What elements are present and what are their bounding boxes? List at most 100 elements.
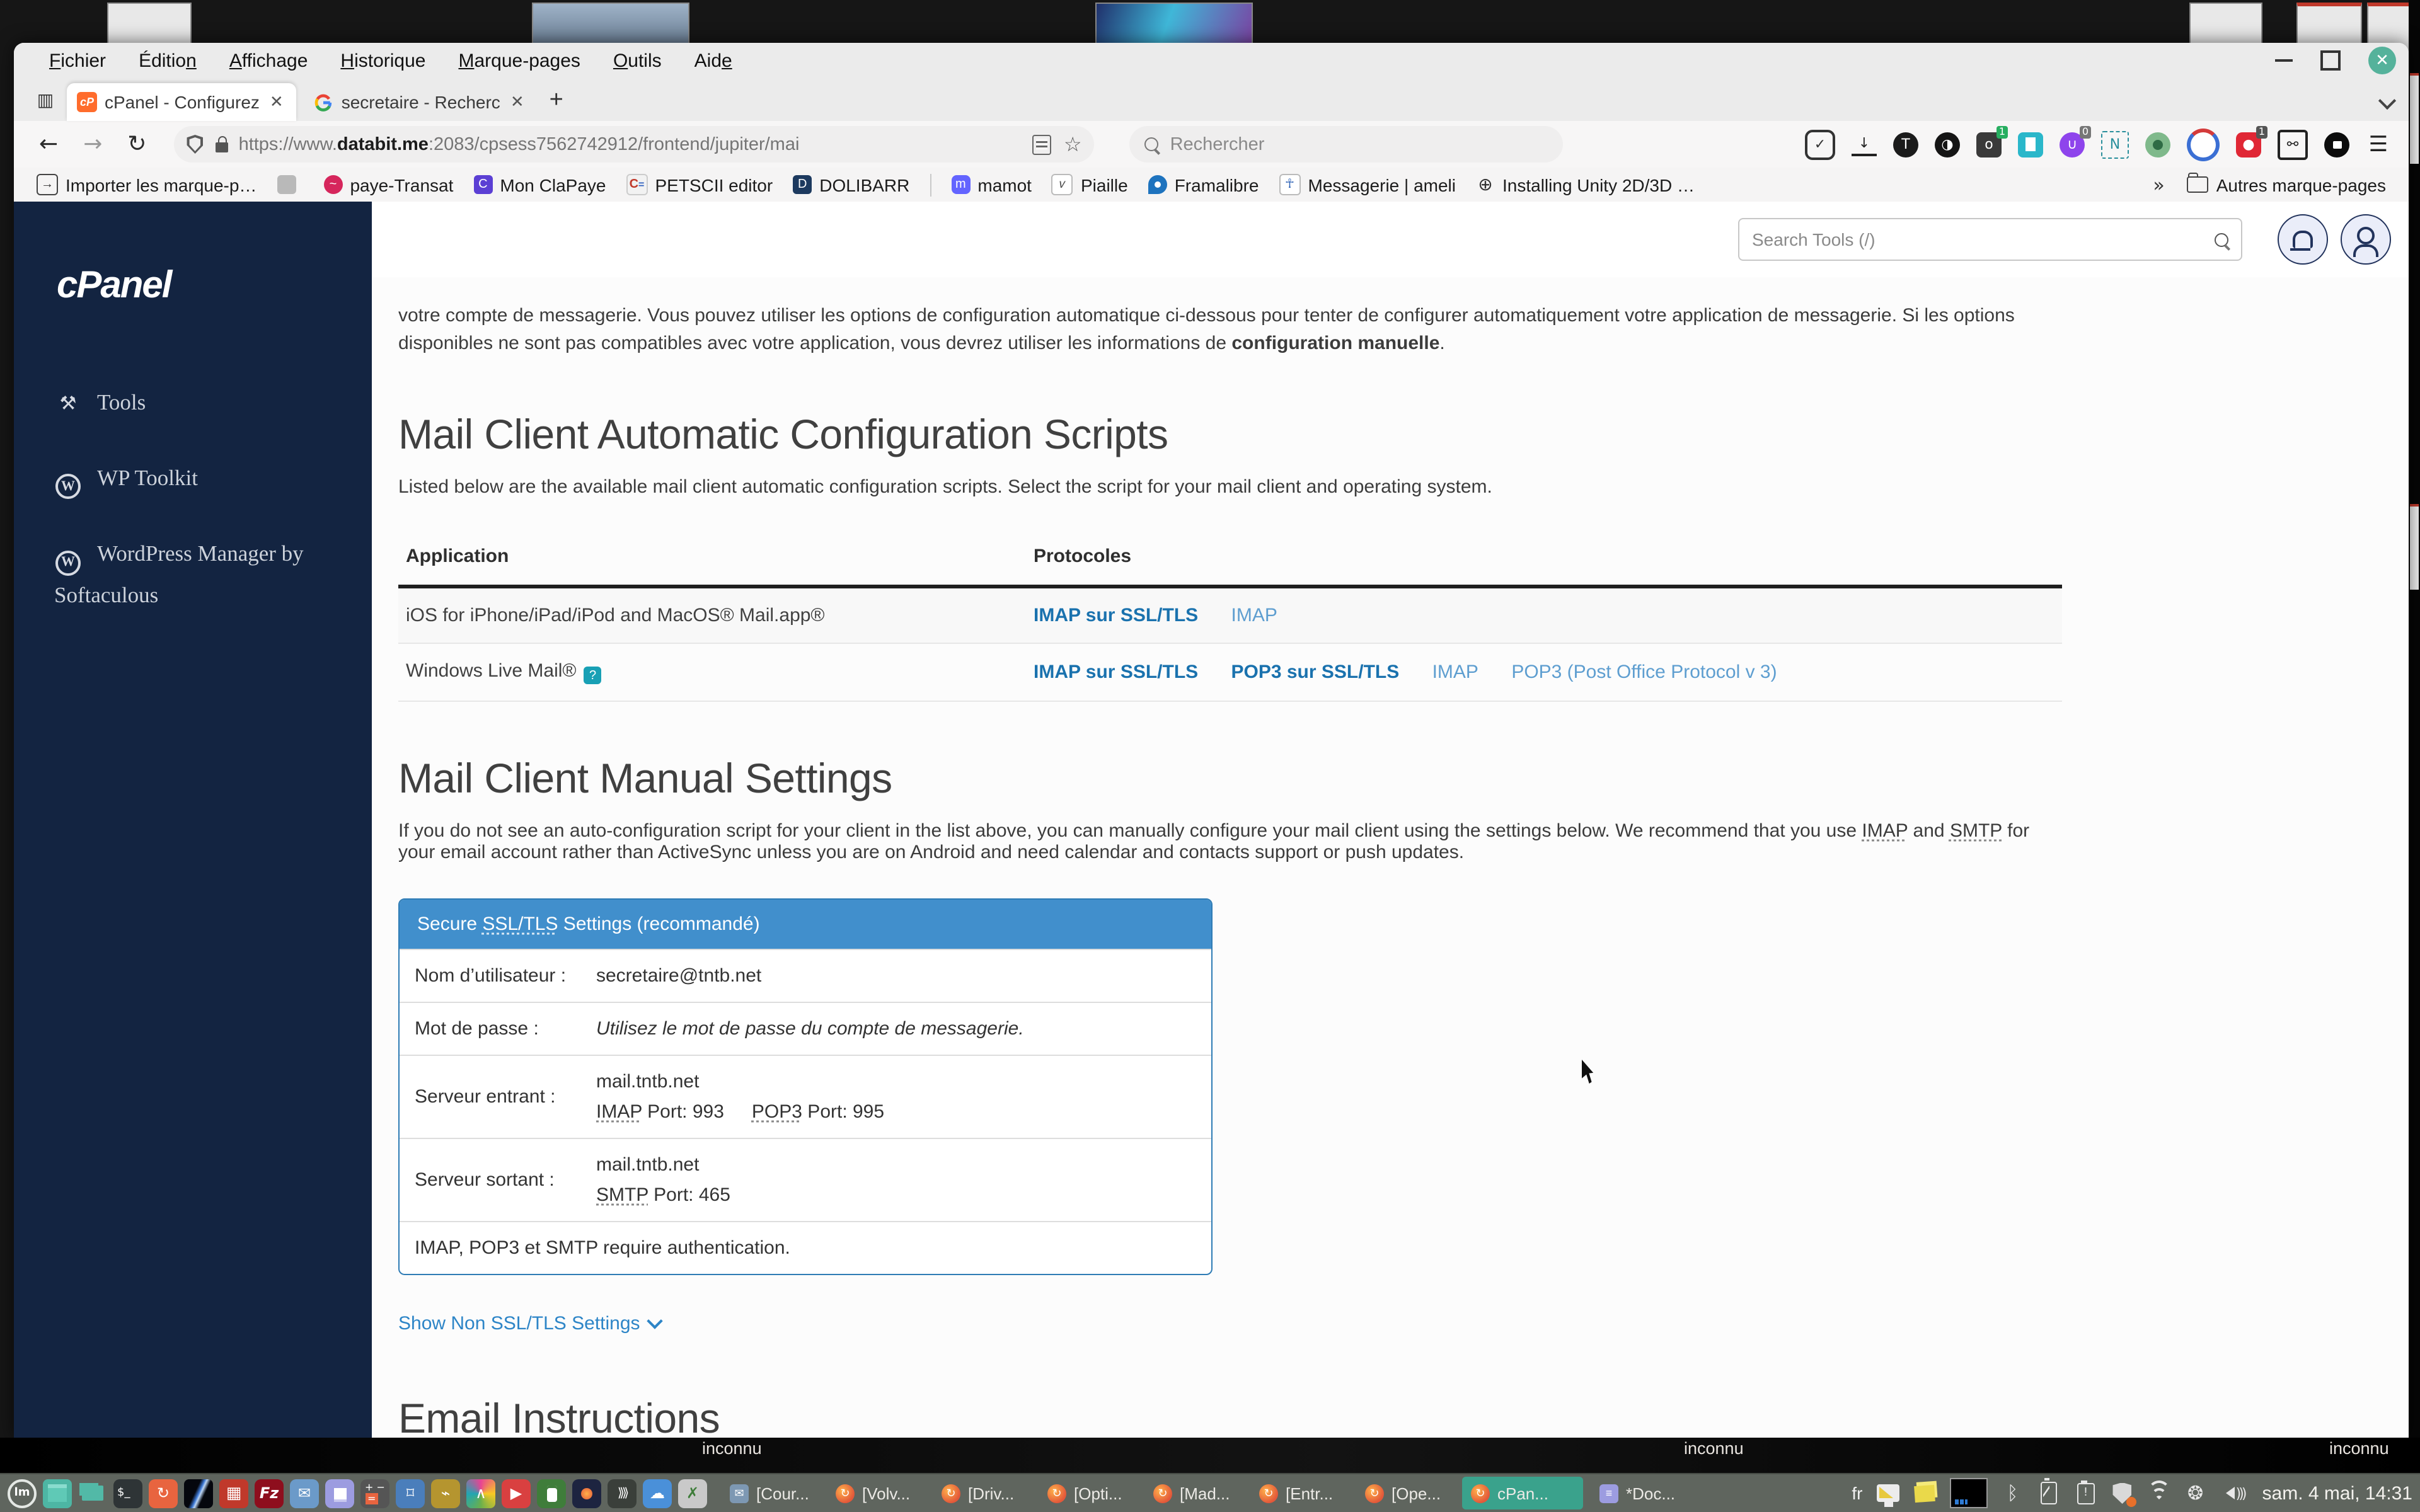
menu-historique[interactable]: Historique bbox=[340, 50, 425, 71]
tools-search-input[interactable]: Search Tools (/) bbox=[1738, 218, 2242, 261]
search-bar[interactable]: Rechercher bbox=[1129, 126, 1564, 163]
menu-aide[interactable]: Aide bbox=[694, 50, 732, 71]
clipboard-manager-icon[interactable]: ! bbox=[2075, 1480, 2097, 1506]
qr-app-launcher[interactable]: ▦ bbox=[219, 1479, 248, 1508]
media-app-launcher[interactable]: ▶ bbox=[502, 1479, 531, 1508]
bookmark-unnamed[interactable] bbox=[277, 175, 303, 194]
tab-close-icon[interactable]: ✕ bbox=[267, 92, 286, 112]
protocol-link[interactable]: IMAP sur SSL/TLS bbox=[1034, 662, 1198, 683]
menu-affichage[interactable]: Affichage bbox=[229, 50, 308, 71]
maximize-button[interactable] bbox=[2320, 50, 2341, 71]
ghostery-extension-icon[interactable]: ● 1 bbox=[2236, 125, 2267, 157]
hamburger-menu-icon[interactable]: ☰ bbox=[2366, 132, 2391, 157]
ssl-lock-icon[interactable] bbox=[216, 135, 229, 152]
bookmark-mamot[interactable]: m mamot bbox=[951, 175, 1032, 195]
bookmark-dolibarr[interactable]: D DOLIBARR bbox=[793, 175, 909, 195]
bookmark-star-icon[interactable]: ☆ bbox=[1064, 132, 1082, 156]
puzzle-extensions-icon[interactable]: ⚯ bbox=[2278, 129, 2308, 159]
taskbar-window-mad[interactable]: ↻ [Mad... bbox=[1144, 1477, 1243, 1509]
taskbar-clock[interactable]: sam. 4 mai, 14:31 bbox=[2262, 1482, 2412, 1504]
menu-outils[interactable]: Outils bbox=[613, 50, 662, 71]
filezilla-launcher[interactable]: Fz bbox=[255, 1479, 284, 1508]
system-monitor-widget[interactable] bbox=[1949, 1478, 1988, 1508]
bookmark-framalibre[interactable]: Framalibre bbox=[1148, 175, 1259, 195]
files-launcher[interactable] bbox=[78, 1479, 107, 1508]
taskbar-window-ope[interactable]: ↻ [Ope... bbox=[1356, 1477, 1455, 1509]
bookmark-petscii-editor[interactable]: C = PETSCII editor bbox=[626, 174, 773, 195]
taskbar-window-entr[interactable]: ↻ [Entr... bbox=[1250, 1477, 1349, 1509]
camera-app-launcher[interactable]: ⌑ bbox=[396, 1479, 425, 1508]
url-bar[interactable]: https://www.databit.me:2083/cpsess756274… bbox=[174, 126, 1095, 163]
account-button[interactable] bbox=[2341, 214, 2391, 265]
taskbar-window-volv[interactable]: ↻ [Volv... bbox=[827, 1477, 925, 1509]
x-app-launcher[interactable]: ✗ bbox=[678, 1479, 707, 1508]
reader-mode-icon[interactable] bbox=[1032, 134, 1051, 154]
keyboard-layout-indicator[interactable]: fr bbox=[1852, 1483, 1862, 1503]
new-tab-button[interactable]: + bbox=[550, 87, 563, 115]
protocol-link[interactable]: IMAP bbox=[1432, 662, 1478, 683]
volume-icon[interactable]: ))) bbox=[2221, 1480, 2247, 1506]
bookmark-mon-clapaye[interactable]: C Mon ClaPaye bbox=[473, 175, 606, 195]
image-viewer-launcher[interactable] bbox=[184, 1479, 213, 1508]
lock-extension-icon[interactable] bbox=[2324, 132, 2349, 157]
close-button[interactable]: ✕ bbox=[2368, 47, 2396, 74]
tab-cpanel[interactable]: cP cPanel - Configurez ✕ bbox=[67, 83, 296, 121]
notifications-bell-button[interactable] bbox=[2278, 214, 2328, 265]
shield-check-extension-icon[interactable]: ✓ bbox=[1805, 129, 1835, 159]
dark-app-launcher[interactable] bbox=[572, 1479, 601, 1508]
bookmark-paye-transat[interactable]: ~ paye-Transat bbox=[323, 175, 453, 195]
taskbar-window-driv[interactable]: ↻ [Driv... bbox=[933, 1477, 1031, 1509]
window-app-launcher[interactable] bbox=[43, 1479, 72, 1508]
tracking-protection-shield-icon[interactable] bbox=[187, 135, 204, 154]
calculator-launcher[interactable]: + − = bbox=[360, 1479, 389, 1508]
battery-icon[interactable] bbox=[2038, 1478, 2061, 1506]
protocol-link[interactable]: IMAP sur SSL/TLS bbox=[1034, 604, 1198, 626]
shapes-extension-icon[interactable]: ◑ bbox=[1935, 132, 1960, 157]
chevrons-app-launcher[interactable]: ⟫⟫ bbox=[608, 1479, 637, 1508]
help-icon[interactable]: ? bbox=[584, 667, 602, 684]
firefox-view-icon[interactable]: ▥ bbox=[29, 83, 62, 116]
protocol-link[interactable]: POP3 (Post Office Protocol v 3) bbox=[1511, 662, 1777, 683]
tab-google-search[interactable]: secretaire - Recherc ✕ bbox=[304, 83, 537, 121]
taskbar-window-opti[interactable]: ↻ [Opti... bbox=[1039, 1477, 1137, 1509]
forward-button[interactable]: → bbox=[83, 131, 102, 158]
display-settings-icon[interactable] bbox=[1876, 1480, 1899, 1507]
power-app-launcher[interactable]: ⌁ bbox=[431, 1479, 460, 1508]
bluetooth-icon[interactable]: ᛒ bbox=[2002, 1480, 2024, 1506]
sidebar-item-wp-toolkit[interactable]: W WP Toolkit bbox=[54, 458, 354, 500]
document-app-launcher[interactable] bbox=[325, 1479, 354, 1508]
clipboard-extension-icon[interactable] bbox=[2018, 132, 2043, 157]
green-extension-icon[interactable] bbox=[2145, 132, 2170, 157]
minimize-button[interactable] bbox=[2275, 59, 2293, 62]
purple-extension-icon[interactable]: ∪ 0 bbox=[2060, 125, 2091, 157]
update-swirl-icon[interactable]: ❂ bbox=[2184, 1480, 2207, 1506]
dark-reader-extension-icon[interactable]: T bbox=[1893, 132, 1918, 157]
taskbar-window-cpanel-active[interactable]: ↻ cPan... bbox=[1462, 1477, 1583, 1509]
taskbar-window-doc[interactable]: ≡ *Doc... bbox=[1591, 1477, 1689, 1509]
bookmark-import[interactable]: → Importer les marque-p… bbox=[37, 174, 256, 195]
mail-app-launcher[interactable]: ✉ bbox=[290, 1479, 319, 1508]
protocol-link[interactable]: IMAP bbox=[1231, 604, 1277, 626]
green-app-launcher[interactable] bbox=[537, 1479, 566, 1508]
refresh-app-launcher[interactable]: ↻ bbox=[149, 1479, 178, 1508]
wifi-icon[interactable] bbox=[2147, 1480, 2170, 1506]
notion-clipper-extension-icon[interactable]: N bbox=[2101, 130, 2129, 158]
menu-marque-pages[interactable]: Marque-pages bbox=[458, 50, 580, 71]
protocol-link[interactable]: POP3 sur SSL/TLS bbox=[1231, 662, 1400, 683]
bookmark-piaille[interactable]: 𝑣 Piaille bbox=[1051, 174, 1128, 195]
ring-extension-icon[interactable] bbox=[2187, 128, 2220, 161]
tab-close-icon[interactable]: ✕ bbox=[508, 92, 527, 112]
terminal-launcher[interactable]: $_ bbox=[113, 1479, 142, 1508]
firewall-shield-icon[interactable] bbox=[2111, 1480, 2136, 1507]
sticky-notes-icon[interactable] bbox=[1913, 1480, 1936, 1506]
bookmarks-overflow-chevron[interactable]: » bbox=[2153, 173, 2164, 196]
menu-fichier[interactable]: Fichier bbox=[49, 50, 106, 71]
reload-button[interactable]: ↻ bbox=[127, 131, 146, 158]
back-button[interactable]: ← bbox=[39, 131, 58, 158]
sidebar-item-wp-manager[interactable]: W WordPress Manager by Softaculous bbox=[54, 535, 354, 616]
bookmark-unity-tutorial[interactable]: ⊕ Installing Unity 2D/3D … bbox=[1476, 174, 1695, 195]
cloud-app-launcher[interactable]: ☁ bbox=[643, 1479, 672, 1508]
download-icon[interactable]: ↓ bbox=[1852, 133, 1877, 156]
other-bookmarks-folder[interactable]: Autres marque-pages bbox=[2187, 173, 2386, 195]
menu-edition[interactable]: Édition bbox=[139, 50, 197, 71]
